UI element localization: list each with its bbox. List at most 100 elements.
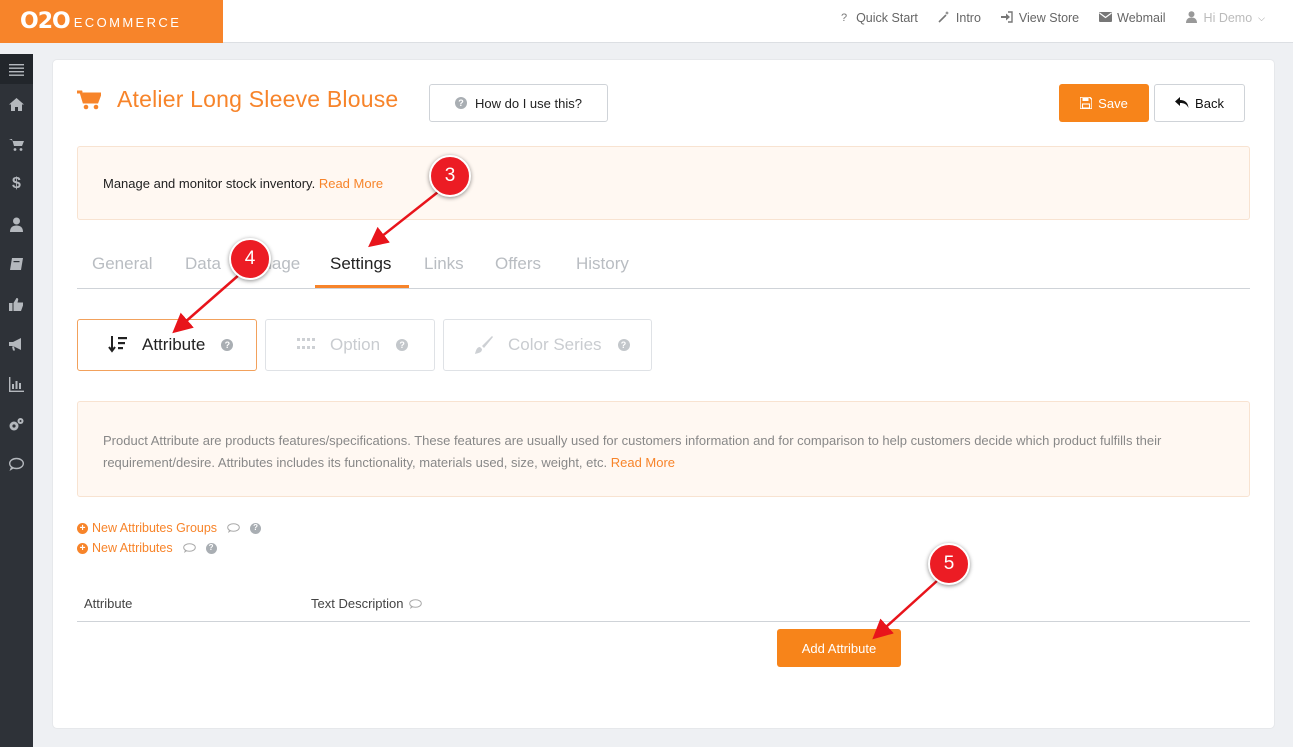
sidebar-item-reviews[interactable] <box>0 284 33 324</box>
sidebar-item-home[interactable] <box>0 84 33 124</box>
home-icon <box>9 97 24 111</box>
paint-brush-icon <box>475 336 493 354</box>
intro-link[interactable]: Intro <box>938 10 981 26</box>
quick-start-label: Quick Start <box>856 11 918 25</box>
webmail-link[interactable]: Webmail <box>1099 11 1166 25</box>
subtab-option[interactable]: Option ? <box>265 319 435 371</box>
subtab-attribute-label: Attribute <box>142 335 206 354</box>
plus-circle-icon: + <box>77 542 88 554</box>
page-title: Atelier Long Sleeve Blouse <box>117 86 399 112</box>
tab-history[interactable]: History <box>576 254 629 274</box>
sidebar-item-sales[interactable]: $ <box>0 164 33 204</box>
tab-links[interactable]: Links <box>424 254 464 274</box>
view-store-label: View Store <box>1018 11 1080 25</box>
view-store-link[interactable]: View Store <box>1000 10 1080 26</box>
subtab-attribute[interactable]: Attribute ? <box>77 319 257 371</box>
quick-start-link[interactable]: ? Quick Start <box>838 11 918 25</box>
comment-icon <box>9 457 24 471</box>
tab-general[interactable]: General <box>92 254 152 274</box>
cart-icon <box>9 138 24 151</box>
sidebar-item-customers[interactable] <box>0 204 33 244</box>
sidebar-item-messages[interactable] <box>0 444 33 484</box>
add-attribute-button[interactable]: Add Attribute <box>777 629 901 667</box>
question-circle-icon[interactable]: ? <box>250 522 262 534</box>
comment-icon[interactable] <box>182 543 196 553</box>
notice-read-more-link[interactable]: Read More <box>319 176 383 191</box>
question-circle-icon: ? <box>455 97 468 109</box>
cart-icon <box>77 90 101 109</box>
cogs-icon <box>9 417 24 430</box>
sign-in-icon <box>1000 10 1013 26</box>
subtab-option-label: Option <box>330 335 381 354</box>
comment-icon[interactable] <box>409 598 423 609</box>
sidebar-item-catalog[interactable] <box>0 244 33 284</box>
question-circle-icon: ? <box>221 339 234 351</box>
notice-text: Manage and monitor stock inventory. <box>103 176 319 191</box>
undo-arrow-icon <box>1175 97 1189 108</box>
menu-icon <box>9 63 24 76</box>
thumbs-up-icon <box>9 297 23 311</box>
user-icon <box>1186 10 1198 26</box>
tab-offers[interactable]: Offers <box>495 254 541 274</box>
plus-circle-icon: + <box>77 522 88 534</box>
logo-mark: O2O <box>20 9 71 34</box>
step-marker-4: 4 <box>229 238 271 280</box>
back-label: Back <box>1195 95 1224 111</box>
user-icon <box>10 217 23 232</box>
question-icon: ? <box>841 12 848 24</box>
new-attributes-link[interactable]: New Attributes <box>92 538 173 558</box>
save-label: Save <box>1098 95 1128 111</box>
sidebar-item-orders[interactable] <box>0 124 33 164</box>
comment-icon[interactable] <box>227 523 240 533</box>
sidebar-item-reports[interactable] <box>0 364 33 404</box>
how-to-use-button[interactable]: ? How do I use this? <box>429 84 608 122</box>
webmail-label: Webmail <box>1117 11 1166 25</box>
question-circle-icon: ? <box>617 339 630 351</box>
bullhorn-icon <box>9 337 21 350</box>
question-circle-icon: ? <box>396 339 409 351</box>
dollar-icon: $ <box>12 175 21 192</box>
top-bar: O2O ECOMMERCE ? Quick Start Intro View S… <box>0 0 1293 43</box>
tab-settings[interactable]: Settings <box>330 254 391 274</box>
bar-chart-icon <box>9 376 24 392</box>
subtab-color-series-label: Color Series <box>508 335 602 354</box>
tab-data[interactable]: Data <box>185 254 221 274</box>
info-read-more-link[interactable]: Read More <box>611 455 675 470</box>
logo-text: ECOMMERCE <box>73 15 182 30</box>
attribute-info-box: Product Attribute are products features/… <box>77 401 1250 497</box>
product-edit-panel: Atelier Long Sleeve Blouse ? How do I us… <box>53 60 1274 728</box>
floppy-disk-icon <box>1080 97 1093 109</box>
new-attribute-groups-row: + New Attributes Groups ? <box>77 518 262 538</box>
active-tab-underline <box>315 285 409 288</box>
sort-amount-down-icon <box>108 336 127 353</box>
how-to-use-label: How do I use this? <box>475 95 582 111</box>
column-attribute: Attribute <box>84 596 133 611</box>
book-icon <box>10 257 23 270</box>
sidebar-item-settings[interactable] <box>0 404 33 444</box>
question-circle-icon[interactable]: ? <box>205 542 217 554</box>
top-nav: ? Quick Start Intro View Store Webmail H… <box>838 0 1265 36</box>
column-text-description: Text Description <box>311 596 423 611</box>
grid-dots-icon <box>297 338 315 349</box>
save-button[interactable]: Save <box>1059 84 1149 122</box>
back-button[interactable]: Back <box>1154 84 1245 122</box>
page-title-row: Atelier Long Sleeve Blouse <box>77 86 398 113</box>
intro-label: Intro <box>955 11 981 25</box>
step-marker-3: 3 <box>429 155 471 197</box>
new-attribute-groups-link[interactable]: New Attributes Groups <box>92 518 217 538</box>
sidebar-toggle[interactable] <box>0 54 33 84</box>
inventory-notice: Manage and monitor stock inventory. Read… <box>77 146 1250 220</box>
new-attributes-row: + New Attributes ? <box>77 538 261 558</box>
sidebar-item-marketing[interactable] <box>0 324 33 364</box>
subtab-color-series[interactable]: Color Series ? <box>443 319 652 371</box>
chevron-down-icon: ⌵ <box>1258 12 1265 23</box>
brand-logo[interactable]: O2O ECOMMERCE <box>0 0 223 43</box>
sidebar-footer <box>0 486 33 747</box>
magic-wand-icon <box>938 10 950 26</box>
column-text-description-label: Text Description <box>311 596 404 611</box>
envelope-icon <box>1099 11 1113 25</box>
user-greeting: Hi Demo <box>1203 11 1253 25</box>
step-marker-5: 5 <box>928 543 970 585</box>
add-links: + New Attributes Groups ? + New Attribut… <box>77 518 262 558</box>
user-menu[interactable]: Hi Demo ⌵ <box>1186 10 1265 26</box>
